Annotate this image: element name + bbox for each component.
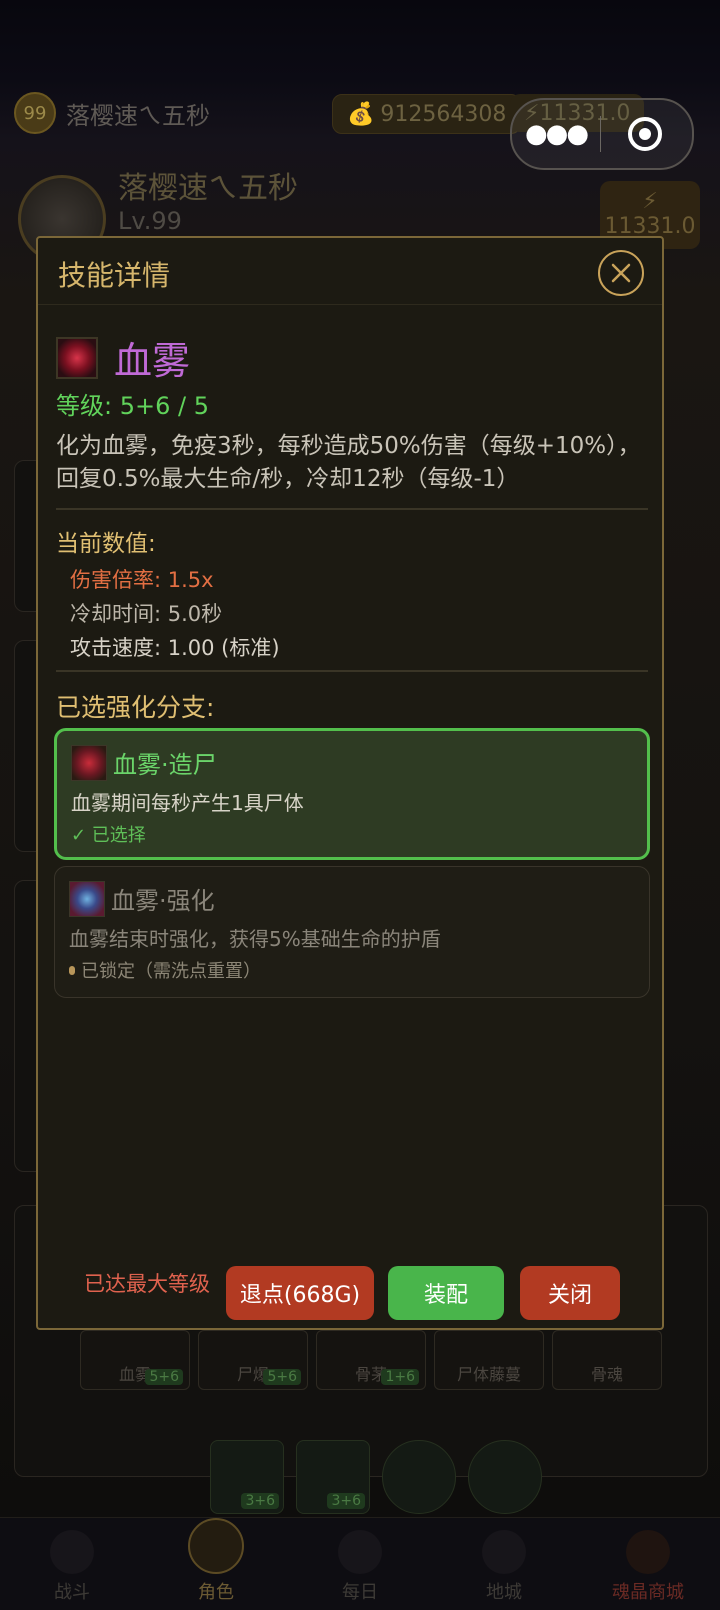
skill-slot[interactable]: 3+6: [296, 1440, 370, 1514]
background-skill-row: 血雾 5+6 尸爆 5+6 骨茅 1+6 尸体藤蔓 骨魂: [80, 1330, 662, 1390]
nav-label: 每日: [342, 1582, 378, 1603]
skill-description: 化为血雾，免疫3秒，每秒造成50%伤害（每级+10%），回复0.5%最大生命/秒…: [56, 433, 641, 492]
character-icon: [188, 1518, 244, 1574]
level-badge: 99: [14, 92, 56, 134]
nav-daily[interactable]: 每日: [288, 1518, 432, 1610]
divider: [56, 670, 648, 672]
selected-branch-label: 已选强化分支:: [56, 693, 215, 722]
stat-damage-multiplier: 伤害倍率: 1.5x: [70, 568, 214, 592]
max-level-label: 已达最大等级: [84, 1272, 210, 1296]
title-divider: [38, 304, 662, 305]
nav-character[interactable]: 角色: [144, 1518, 288, 1610]
skill-slot[interactable]: 骨茅 1+6: [316, 1330, 426, 1390]
profile-name: 落樱速ㄟ五秒: [118, 171, 298, 206]
skill-slot[interactable]: [382, 1440, 456, 1514]
profile-header: 落樱速ㄟ五秒 Lv.99 ⚡ 11331.0: [0, 145, 720, 263]
branch-status-text: 已锁定（需洗点重置）: [81, 961, 261, 982]
nav-label: 角色: [198, 1582, 234, 1603]
modal-title: 技能详情: [58, 259, 171, 292]
close-icon: [611, 263, 631, 283]
gold-amount: 912564308: [380, 101, 507, 127]
refund-button[interactable]: 退点(668G): [226, 1266, 374, 1320]
branch-status: 已锁定（需洗点重置）: [69, 957, 261, 983]
skill-slot[interactable]: 3+6: [210, 1440, 284, 1514]
skill-slot[interactable]: 尸爆 5+6: [198, 1330, 308, 1390]
skill-slot[interactable]: [468, 1440, 542, 1514]
corpse-branch-icon: [71, 745, 107, 781]
gold-counter: 💰 912564308: [332, 94, 522, 134]
skill-level: 等级: 5+6 / 5: [56, 392, 209, 420]
bottom-nav: 战斗 角色 每日 地城 魂晶商城: [0, 1517, 720, 1610]
enhance-branch-icon: [69, 881, 105, 917]
dungeon-icon: [482, 1530, 526, 1574]
swords-icon: [50, 1530, 94, 1574]
skill-name: 血雾: [114, 339, 191, 383]
skill-slot[interactable]: 尸体藤蔓: [434, 1330, 544, 1390]
stat-attack-speed: 攻击速度: 1.00 (标准): [70, 636, 280, 660]
stat-cooldown: 冷却时间: 5.0秒: [70, 602, 223, 626]
branch-status: ✓ 已选择: [71, 821, 146, 847]
skill-header: 血雾: [56, 330, 190, 385]
lock-icon: [69, 965, 75, 975]
branch-description: 血雾结束时强化，获得5%基础生命的护盾: [69, 927, 441, 951]
player-name: 落樱速ㄟ五秒: [66, 101, 210, 130]
skill-slot[interactable]: 血雾 5+6: [80, 1330, 190, 1390]
skill-slot[interactable]: 骨魂: [552, 1330, 662, 1390]
current-values-label: 当前数值:: [56, 531, 156, 557]
close-button[interactable]: 关闭: [520, 1266, 620, 1320]
divider: [56, 508, 648, 510]
money-bag-icon: 💰: [347, 101, 375, 127]
branch-description: 血雾期间每秒产生1具尸体: [71, 791, 304, 815]
branch-name: 血雾·造尸: [113, 751, 217, 779]
branch-card-locked[interactable]: 血雾·强化 血雾结束时强化，获得5%基础生命的护盾 已锁定（需洗点重置）: [54, 866, 650, 998]
nav-label: 地城: [486, 1582, 522, 1603]
lightning-icon: ⚡: [642, 189, 658, 214]
nav-battle[interactable]: 战斗: [0, 1518, 144, 1610]
shop-icon: [626, 1530, 670, 1574]
blood-mist-skill-icon: [56, 336, 98, 379]
skill-detail-modal: 技能详情 血雾 等级: 5+6 / 5 化为血雾，免疫3秒，每秒造成50%伤害（…: [36, 236, 664, 1330]
profile-level: Lv.99: [118, 207, 182, 235]
nav-label: 魂晶商城: [612, 1582, 684, 1603]
branch-status-text: ✓ 已选择: [71, 825, 146, 846]
nav-dungeon[interactable]: 地城: [432, 1518, 576, 1610]
chest-icon: [338, 1530, 382, 1574]
branch-card-selected[interactable]: 血雾·造尸 血雾期间每秒产生1具尸体 ✓ 已选择: [54, 728, 650, 860]
nav-label: 战斗: [54, 1582, 90, 1603]
background-skill-row-2: 3+6 3+6: [210, 1440, 542, 1514]
equip-button[interactable]: 装配: [388, 1266, 504, 1320]
branch-name: 血雾·强化: [111, 887, 215, 915]
nav-soul-crystal-shop[interactable]: 魂晶商城: [576, 1518, 720, 1610]
modal-close-button[interactable]: [598, 250, 644, 296]
